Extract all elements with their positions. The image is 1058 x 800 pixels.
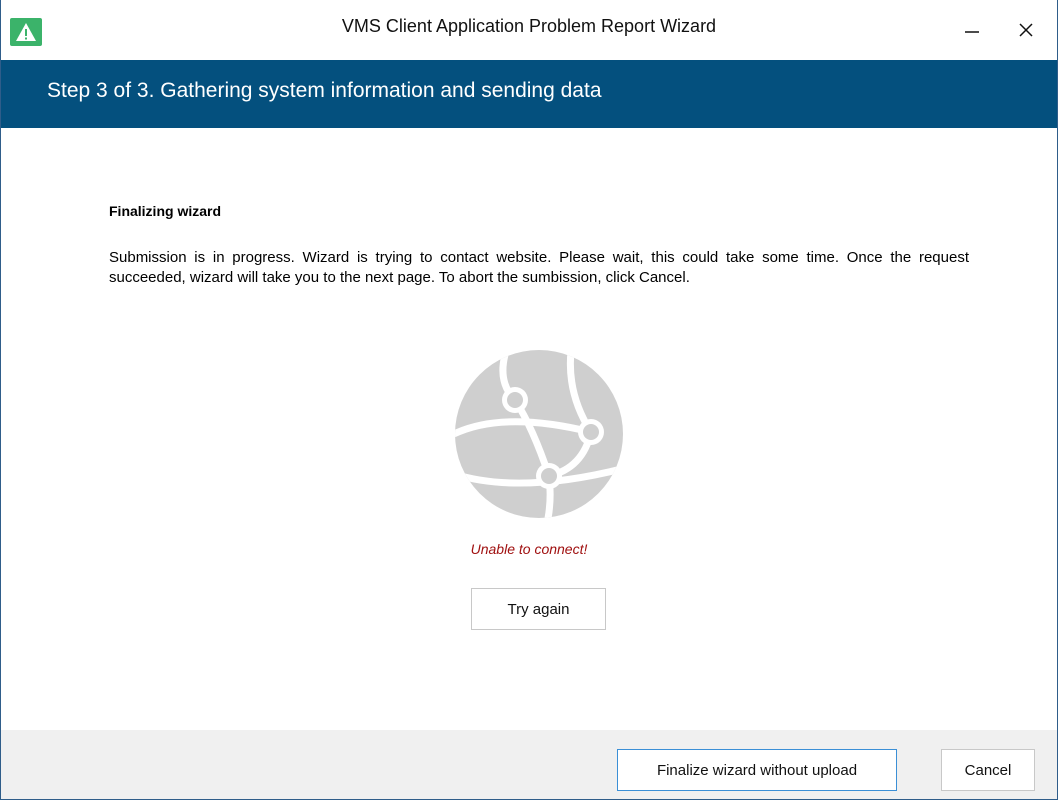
step-banner: Step 3 of 3. Gathering system informatio… (1, 60, 1057, 128)
wizard-content: Finalizing wizard Submission is in progr… (1, 128, 1057, 730)
finalize-without-upload-button[interactable]: Finalize wizard without upload (617, 749, 897, 791)
title-bar[interactable]: VMS Client Application Problem Report Wi… (1, 0, 1057, 60)
close-icon (1019, 23, 1033, 37)
wizard-footer: Finalize wizard without upload Cancel (1, 730, 1057, 799)
window-title: VMS Client Application Problem Report Wi… (341, 16, 717, 36)
section-heading: Finalizing wizard (109, 203, 222, 219)
close-button[interactable] (1003, 10, 1049, 50)
minimize-icon (965, 31, 979, 33)
step-title: Step 3 of 3. Gathering system informatio… (47, 79, 602, 102)
minimize-button[interactable] (949, 10, 995, 50)
wizard-window: VMS Client Application Problem Report Wi… (0, 0, 1058, 800)
progress-description: Submission is in progress. Wizard is try… (109, 249, 969, 286)
globe-network-icon (453, 348, 625, 520)
try-again-button[interactable]: Try again (471, 588, 606, 630)
connection-status: Unable to connect! (470, 541, 588, 557)
cancel-button[interactable]: Cancel (941, 749, 1035, 791)
